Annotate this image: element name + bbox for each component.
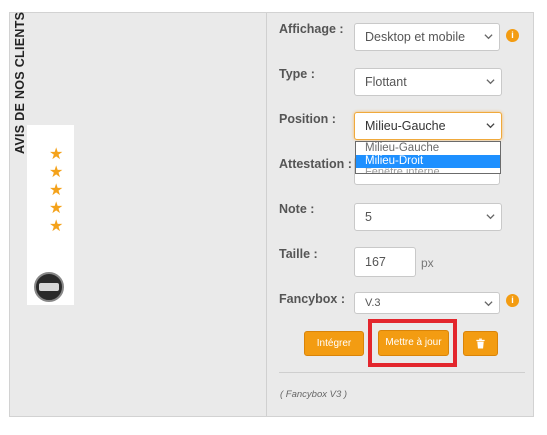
affichage-select[interactable]: Desktop et mobile xyxy=(354,23,500,51)
chevron-down-icon xyxy=(486,123,495,129)
widget-title: AVIS DE NOS CLIENTS xyxy=(13,11,27,154)
chevron-down-icon xyxy=(486,214,495,220)
taille-input[interactable]: 167 xyxy=(354,247,416,277)
position-value: Milieu-Gauche xyxy=(365,119,446,133)
star-icon: ★ xyxy=(49,182,64,199)
position-label: Position : xyxy=(279,112,336,126)
taille-label: Taille : xyxy=(279,247,318,261)
position-option-milieu-droit[interactable]: Milieu-Droit xyxy=(356,155,500,168)
panel-divider xyxy=(266,13,267,416)
attestation-value: Fenêtre interne xyxy=(365,168,440,174)
position-dropdown-list[interactable]: Milieu-Gauche Milieu-Droit Fenêtre inter… xyxy=(355,141,501,174)
type-label: Type : xyxy=(279,67,315,81)
note-select[interactable]: 5 xyxy=(354,203,502,231)
star-icon: ★ xyxy=(49,164,64,181)
note-label: Note : xyxy=(279,202,315,216)
logo-badge xyxy=(39,283,59,291)
type-select[interactable]: Flottant xyxy=(354,68,502,96)
attestation-label: Attestation : xyxy=(279,157,352,171)
fancybox-select[interactable]: V.3 xyxy=(354,292,500,314)
taille-unit: px xyxy=(421,256,434,270)
star-icon: ★ xyxy=(49,146,64,163)
integrer-button[interactable]: Intégrer xyxy=(304,331,364,356)
position-select[interactable]: Milieu-Gauche xyxy=(354,112,502,140)
star-icon: ★ xyxy=(49,200,64,217)
delete-button[interactable] xyxy=(463,331,498,356)
footer-divider xyxy=(279,372,525,373)
position-option-milieu-gauche[interactable]: Milieu-Gauche xyxy=(356,142,500,155)
fancybox-label: Fancybox : xyxy=(279,292,345,306)
affichage-value: Desktop et mobile xyxy=(365,30,466,44)
type-value: Flottant xyxy=(365,75,407,89)
info-icon[interactable]: i xyxy=(506,29,519,42)
fancybox-version-note: ( Fancybox V3 ) xyxy=(280,389,348,400)
update-button[interactable]: Mettre à jour xyxy=(378,330,449,356)
reviews-logo xyxy=(34,272,64,302)
chevron-down-icon xyxy=(484,301,493,307)
taille-value: 167 xyxy=(365,255,386,269)
chevron-down-icon xyxy=(484,34,493,40)
note-value: 5 xyxy=(365,210,372,224)
star-icon: ★ xyxy=(49,218,64,235)
chevron-down-icon xyxy=(486,79,495,85)
info-icon[interactable]: i xyxy=(506,294,519,307)
fancybox-value: V.3 xyxy=(365,297,381,309)
affichage-label: Affichage : xyxy=(279,22,344,36)
trash-icon xyxy=(476,338,485,349)
